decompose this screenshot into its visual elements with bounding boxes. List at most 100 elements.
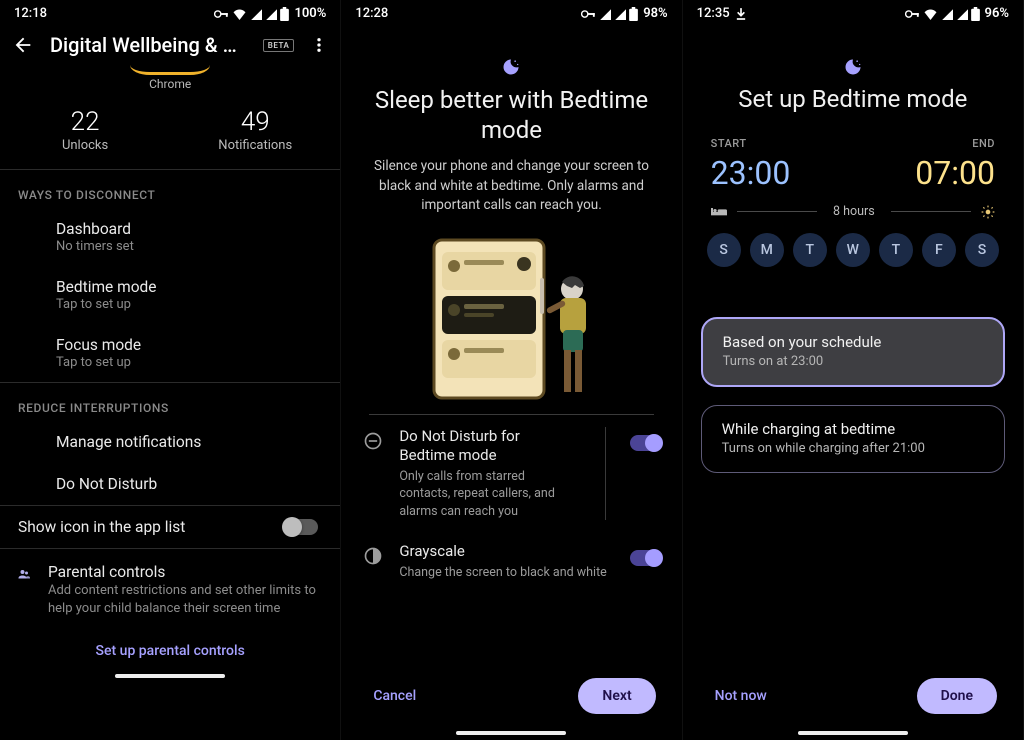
dnd-title: Do Not Disturb for Bedtime mode — [399, 427, 576, 466]
show-icon-title: Show icon in the app list — [18, 518, 185, 536]
grayscale-switch[interactable] — [630, 550, 662, 566]
notifications-label: Notifications — [170, 138, 340, 153]
item-bedtime-mode[interactable]: Bedtime mode Tap to set up — [0, 266, 340, 324]
unlocks-label: Unlocks — [0, 138, 170, 153]
day-mon[interactable]: M — [750, 233, 784, 267]
next-button[interactable]: Next — [578, 678, 655, 714]
footer: Cancel Next — [341, 678, 681, 724]
signal-icon — [941, 8, 953, 20]
done-button[interactable]: Done — [917, 678, 997, 714]
option-schedule[interactable]: Based on your schedule Turns on at 23:00 — [701, 317, 1005, 387]
end-label: END — [972, 137, 995, 150]
beta-badge: BETA — [263, 39, 295, 52]
item-manage-notifications[interactable]: Manage notifications — [0, 421, 340, 463]
signal-icon-2 — [956, 8, 968, 20]
signal-icon-2 — [614, 8, 626, 20]
bed-icon — [711, 206, 727, 218]
dashboard-title: Dashboard — [56, 220, 322, 238]
option-charging[interactable]: While charging at bedtime Turns on while… — [701, 405, 1005, 473]
screen-bedtime-setup: 12:35 96% Set up Bedtime mode START 23:0… — [683, 0, 1024, 740]
grayscale-icon — [363, 546, 385, 566]
heading: Sleep better with Bedtime mode — [341, 85, 681, 157]
start-label: START — [711, 137, 791, 150]
vpn-key-icon — [214, 9, 229, 19]
dnd-sub: Only calls from starred contacts, repeat… — [399, 468, 576, 521]
top-app-label: Chrome — [0, 77, 340, 91]
day-thu[interactable]: T — [879, 233, 913, 267]
duration-text: 8 hours — [827, 204, 881, 219]
screen-bedtime-intro: 12:28 98% Sleep better with Bedtime mode… — [341, 0, 682, 740]
day-tue[interactable]: T — [793, 233, 827, 267]
item-dashboard[interactable]: Dashboard No timers set — [0, 208, 340, 266]
option-dnd-bedtime[interactable]: Do Not Disturb for Bedtime mode Only cal… — [341, 415, 681, 531]
start-time-block[interactable]: START 23:00 — [711, 137, 791, 192]
status-icons: 98% — [581, 6, 667, 21]
manage-notif-title: Manage notifications — [56, 433, 322, 451]
status-time: 12:35 — [697, 6, 730, 21]
stat-unlocks[interactable]: 22 Unlocks — [0, 107, 170, 153]
dnd-switch[interactable] — [630, 435, 662, 451]
illustration — [406, 234, 616, 404]
nav-bar[interactable] — [341, 724, 681, 740]
focus-title: Focus mode — [56, 336, 322, 354]
cancel-button[interactable]: Cancel — [367, 678, 422, 714]
vpn-key-icon — [581, 9, 596, 19]
focus-sub: Tap to set up — [56, 355, 322, 370]
days-row: S M T W T F S — [683, 233, 1023, 291]
dnd-title: Do Not Disturb — [56, 475, 322, 493]
battery-icon — [629, 7, 638, 21]
battery-percent: 100% — [294, 6, 326, 21]
status-bar: 12:35 96% — [683, 0, 1023, 23]
separator — [605, 427, 606, 521]
stat-notifications[interactable]: 49 Notifications — [170, 107, 340, 153]
grayscale-title: Grayscale — [399, 542, 611, 562]
battery-icon — [280, 7, 289, 21]
signal-icon-2 — [265, 8, 277, 20]
overflow-menu-icon[interactable] — [310, 35, 328, 55]
nav-bar[interactable] — [0, 667, 340, 683]
wifi-icon — [232, 8, 247, 20]
time-row: START 23:00 END 07:00 — [683, 137, 1023, 192]
option-grayscale[interactable]: Grayscale Change the screen to black and… — [341, 530, 681, 591]
day-fri[interactable]: F — [922, 233, 956, 267]
setup-parental-link[interactable]: Set up parental controls — [0, 625, 340, 667]
status-bar: 12:28 98% — [341, 0, 681, 23]
parental-title: Parental controls — [48, 563, 322, 581]
heading: Set up Bedtime mode — [683, 85, 1023, 137]
footer: Not now Done — [683, 678, 1023, 724]
dnd-icon — [363, 431, 385, 451]
option-schedule-sub: Turns on at 23:00 — [723, 354, 983, 369]
day-sun[interactable]: S — [707, 233, 741, 267]
back-icon[interactable] — [12, 34, 34, 56]
nav-bar[interactable] — [683, 724, 1023, 740]
battery-percent: 98% — [643, 6, 667, 21]
vpn-key-icon — [905, 9, 920, 19]
parental-sub: Add content restrictions and set other l… — [48, 582, 322, 617]
option-schedule-title: Based on your schedule — [723, 333, 983, 351]
end-time-block[interactable]: END 07:00 — [915, 137, 995, 192]
unlocks-value: 22 — [0, 107, 170, 137]
status-bar: 12:18 100% — [0, 0, 340, 23]
item-do-not-disturb[interactable]: Do Not Disturb — [0, 463, 340, 505]
show-icon-toggle[interactable] — [284, 519, 318, 535]
dashboard-sub: No timers set — [56, 239, 322, 254]
section-reduce: REDUCE INTERRUPTIONS — [0, 383, 340, 421]
end-time: 07:00 — [915, 154, 995, 192]
signal-icon — [599, 8, 611, 20]
usage-arc — [130, 65, 210, 75]
battery-percent: 96% — [985, 6, 1009, 21]
not-now-button[interactable]: Not now — [709, 678, 773, 714]
option-charging-sub: Turns on while charging after 21:00 — [722, 441, 984, 456]
item-show-icon[interactable]: Show icon in the app list — [0, 506, 340, 548]
intro-body: Silence your phone and change your scree… — [341, 157, 681, 230]
item-parental-controls[interactable]: Parental controls Add content restrictio… — [0, 549, 340, 625]
moon-icon — [683, 23, 1023, 85]
moon-icon — [341, 23, 681, 85]
day-wed[interactable]: W — [836, 233, 870, 267]
screen-wellbeing: 12:18 100% Digital Wellbeing & pa… BETA … — [0, 0, 341, 740]
day-sat[interactable]: S — [965, 233, 999, 267]
wifi-icon — [923, 8, 938, 20]
signal-icon — [250, 8, 262, 20]
sun-icon — [981, 205, 995, 219]
item-focus-mode[interactable]: Focus mode Tap to set up — [0, 324, 340, 382]
